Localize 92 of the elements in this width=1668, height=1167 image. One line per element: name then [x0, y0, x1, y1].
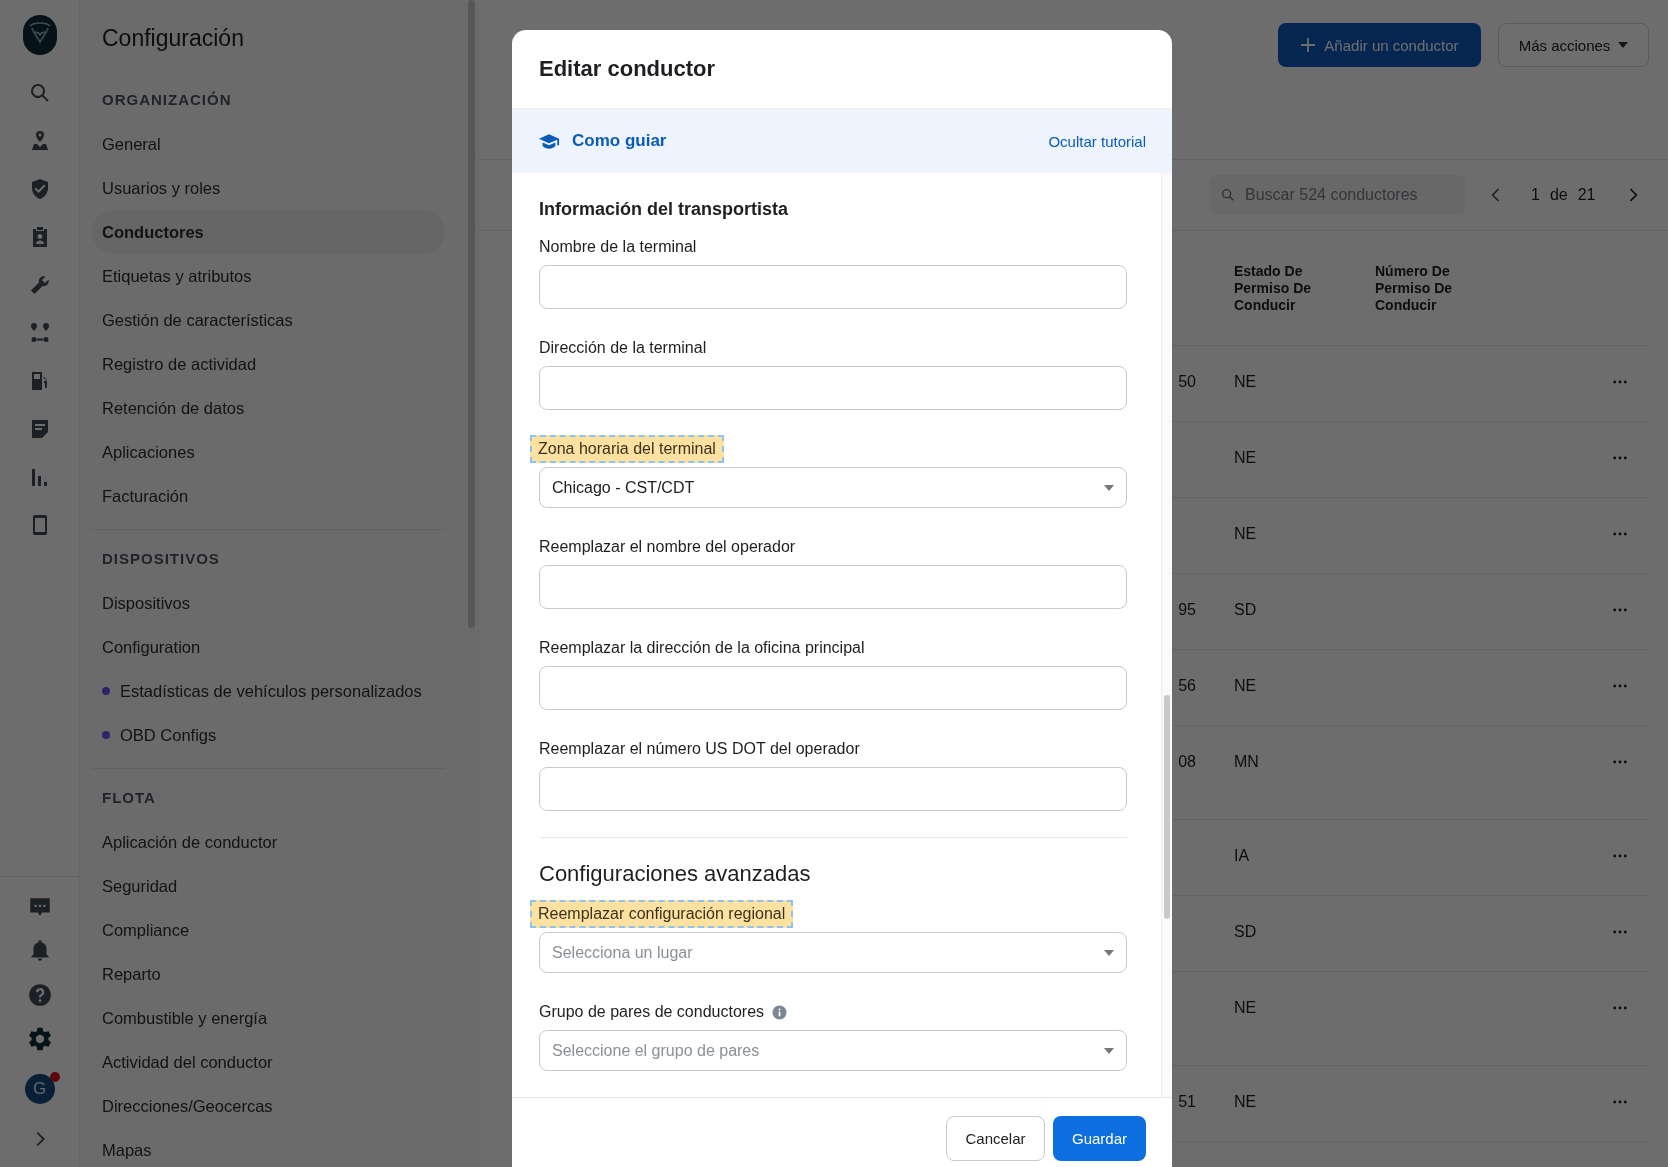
- help-icon[interactable]: [26, 982, 53, 1008]
- save-button[interactable]: Guardar: [1053, 1116, 1146, 1161]
- sidebar-item[interactable]: Seguridad: [92, 864, 445, 908]
- sidebar-item[interactable]: General: [92, 122, 445, 166]
- sidebar-item[interactable]: Dispositivos: [92, 581, 445, 625]
- sidebar-item[interactable]: Gestión de características: [92, 298, 445, 342]
- sidebar-item[interactable]: Etiquetas y atributos: [92, 254, 445, 298]
- more-icon[interactable]: [1613, 456, 1627, 460]
- more-icon[interactable]: [1613, 1100, 1627, 1104]
- more-icon[interactable]: [1613, 854, 1627, 858]
- table-cell: IA: [1234, 847, 1250, 864]
- column-header[interactable]: Estado De Permiso De Conducir: [1234, 262, 1344, 314]
- more-icon[interactable]: [1613, 380, 1627, 384]
- field-label: Reemplazar el nombre del operador: [539, 537, 796, 557]
- table-cell: NE: [1234, 449, 1257, 466]
- tutorial-title: Como guiar: [572, 131, 667, 151]
- sidebar-item[interactable]: Configuration: [92, 625, 445, 669]
- sidebar-item[interactable]: Aplicación de conductor: [92, 820, 445, 864]
- select-field[interactable]: Seleccione el grupo de pares: [539, 1030, 1127, 1071]
- caret-down-icon: [1618, 42, 1629, 48]
- field-label: Grupo de pares de conductores: [539, 1002, 765, 1022]
- plus-icon: [1300, 37, 1317, 53]
- logo-icon[interactable]: [21, 14, 58, 56]
- select-field[interactable]: Selecciona un lugar: [539, 932, 1127, 973]
- cancel-button[interactable]: Cancelar: [946, 1116, 1045, 1161]
- modal-title: Editar conductor: [539, 56, 715, 82]
- table-cell: NE: [1234, 677, 1257, 694]
- table-cell: 51: [1178, 1093, 1196, 1110]
- section-heading: DISPOSITIVOS: [101, 549, 221, 569]
- sidebar-item[interactable]: Usuarios y roles: [92, 166, 445, 210]
- text-field[interactable]: [539, 366, 1127, 410]
- sidebar-title: Configuración: [101, 24, 245, 53]
- field-label: Dirección de la terminal: [539, 338, 707, 358]
- select-field[interactable]: Chicago - CST/CDT: [539, 467, 1127, 508]
- field-label: Zona horaria del terminal: [530, 435, 724, 463]
- scrollbar-thumb[interactable]: [1164, 695, 1170, 919]
- table-cell: NE: [1234, 1093, 1257, 1110]
- sidebar-item[interactable]: Conductores: [92, 210, 445, 254]
- table-cell: NE: [1234, 373, 1257, 390]
- field-label: Reemplazar la dirección de la oficina principal: [539, 638, 865, 658]
- page-total: 21: [1577, 186, 1596, 204]
- table-cell: 56: [1178, 677, 1196, 694]
- table-cell: SD: [1234, 601, 1257, 618]
- search-icon: [1220, 187, 1236, 203]
- section-heading: FLOTA: [101, 788, 157, 808]
- more-icon[interactable]: [1613, 1006, 1627, 1010]
- page-separator: de: [1549, 186, 1568, 204]
- text-field[interactable]: [539, 565, 1127, 609]
- caret-down-icon: [1104, 949, 1114, 956]
- column-header[interactable]: Número De Permiso De Conducir: [1375, 262, 1485, 314]
- sidebar-item[interactable]: Direcciones/Geocercas: [92, 1084, 445, 1128]
- text-field[interactable]: [539, 666, 1127, 710]
- sidebar-item[interactable]: Retención de datos: [92, 386, 445, 430]
- sidebar-item[interactable]: OBD Configs: [92, 713, 445, 757]
- more-icon[interactable]: [1613, 532, 1627, 536]
- table-cell: 08: [1178, 753, 1196, 770]
- more-icon[interactable]: [1613, 930, 1627, 934]
- add-driver-button[interactable]: Añadir un conductor: [1278, 23, 1481, 67]
- page-number: 1: [1531, 186, 1540, 204]
- text-field[interactable]: [539, 767, 1127, 811]
- more-actions-button[interactable]: Más acciones: [1498, 23, 1649, 67]
- more-icon[interactable]: [1613, 608, 1627, 612]
- caret-down-icon: [1104, 1047, 1114, 1054]
- hide-tutorial-link[interactable]: Ocultar tutorial: [1048, 132, 1146, 150]
- text-field[interactable]: [539, 265, 1127, 309]
- field-label: Reemplazar el número US DOT del operador: [539, 739, 860, 759]
- table-cell: SD: [1234, 923, 1257, 940]
- more-icon[interactable]: [1613, 684, 1627, 688]
- sidebar-item[interactable]: Facturación: [92, 474, 445, 518]
- field-label: Reemplazar configuración regional: [530, 900, 794, 928]
- sidebar-item[interactable]: Compliance: [92, 908, 445, 952]
- caret-down-icon: [1104, 484, 1114, 491]
- sidebar-item[interactable]: Mapas: [92, 1128, 445, 1167]
- info-icon[interactable]: [772, 1004, 788, 1020]
- sidebar-item[interactable]: Actividad del conductor: [92, 1040, 445, 1084]
- avatar[interactable]: G: [24, 1074, 55, 1104]
- field-label: Nombre de la terminal: [539, 237, 697, 257]
- more-icon[interactable]: [1613, 760, 1627, 764]
- sidebar-item[interactable]: Estadísticas de vehículos personalizados: [92, 669, 445, 713]
- sidebar-item[interactable]: Reparto: [92, 952, 445, 996]
- graduation-cap-icon: [538, 132, 560, 150]
- table-cell: MN: [1234, 753, 1259, 770]
- sidebar-item[interactable]: Aplicaciones: [92, 430, 445, 474]
- section-heading: Información del transportista: [539, 198, 790, 220]
- table-cell: NE: [1234, 525, 1257, 542]
- section-heading: ORGANIZACIÓN: [101, 90, 233, 110]
- sidebar-item[interactable]: Combustible y energía: [92, 996, 445, 1040]
- table-cell: NE: [1234, 999, 1257, 1016]
- sidebar-item[interactable]: Registro de actividad: [92, 342, 445, 386]
- table-cell: 50: [1178, 373, 1196, 390]
- table-cell: 95: [1178, 601, 1196, 618]
- section-heading: Configuraciones avanzadas: [539, 860, 812, 888]
